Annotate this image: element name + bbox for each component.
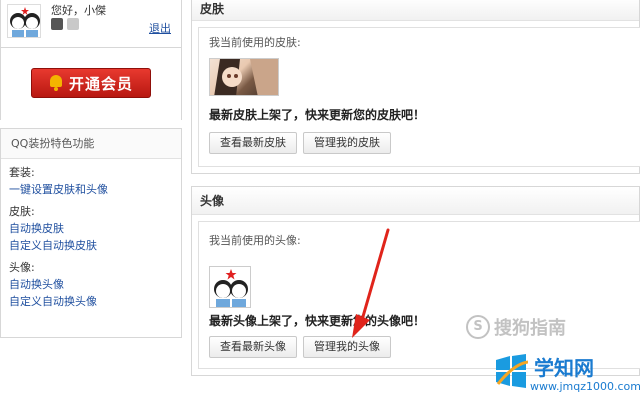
cartoon-avatar-icon — [10, 7, 40, 37]
open-vip-button[interactable]: 开通会员 — [31, 68, 151, 98]
manage-my-skins-button[interactable]: 管理我的皮肤 — [303, 132, 391, 154]
feature-group-suit: 套装: 一键设置皮肤和头像 — [1, 165, 181, 198]
level-icon[interactable] — [51, 18, 63, 30]
link-auto-avatar[interactable]: 自动换头像 — [9, 276, 181, 293]
user-card: 您好，小傑 退出 — [0, 0, 182, 48]
user-greeting: 您好，小傑 — [51, 4, 106, 17]
avatar-panel: 头像 我当前使用的头像: 最新头像上架了，快来更新您的头像吧！ 查看最新头像 管… — [191, 186, 640, 376]
feature-label-suit: 套装: — [9, 166, 35, 179]
site-watermark-url: www.jmqz1000.com — [530, 380, 640, 393]
site-watermark-title: 学知网 — [534, 356, 594, 380]
current-avatar-thumbnail[interactable] — [209, 266, 251, 308]
skin-promo-text: 最新皮肤上架了，快来更新您的皮肤吧！ — [209, 108, 426, 122]
feature-group-avatar: 头像: 自动换头像 自定义自动换头像 — [1, 260, 181, 310]
current-skin-thumbnail[interactable] — [209, 58, 279, 96]
link-custom-auto-avatar[interactable]: 自定义自动换头像 — [9, 293, 181, 310]
open-vip-label: 开通会员 — [68, 74, 133, 93]
view-latest-skins-button[interactable]: 查看最新皮肤 — [209, 132, 297, 154]
current-avatar-label: 我当前使用的头像: — [209, 234, 301, 247]
avatar-panel-title: 头像 — [192, 187, 639, 215]
avatar-promo-text: 最新头像上架了，快来更新您的头像吧！ — [209, 314, 426, 328]
avatar-panel-body: 我当前使用的头像: 最新头像上架了，快来更新您的头像吧！ 查看最新头像 管理我的… — [198, 221, 640, 369]
logout-link[interactable]: 退出 — [149, 20, 171, 36]
skin-panel-body: 我当前使用的皮肤: 最新皮肤上架了，快来更新您的皮肤吧！ 查看最新皮肤 管理我的… — [198, 27, 640, 167]
features-title: QQ装扮特色功能 — [1, 129, 181, 159]
sogou-watermark: S 搜狗指南 — [466, 314, 566, 340]
sogou-watermark-text: 搜狗指南 — [494, 318, 566, 339]
features-box: QQ装扮特色功能 套装: 一键设置皮肤和头像 皮肤: 自动换皮肤 自定义自动换皮… — [0, 128, 182, 338]
cartoon-avatar-icon — [214, 269, 248, 307]
feature-label-skin: 皮肤: — [9, 205, 35, 218]
feature-label-avatar: 头像: — [9, 261, 35, 274]
view-latest-avatars-button[interactable]: 查看最新头像 — [209, 336, 297, 358]
link-auto-skin[interactable]: 自动换皮肤 — [9, 220, 181, 237]
link-one-click-set[interactable]: 一键设置皮肤和头像 — [9, 181, 181, 198]
skin-panel: 皮肤 我当前使用的皮肤: 最新皮肤上架了，快来更新您的皮肤吧！ 查看最新皮肤 管… — [191, 0, 640, 174]
current-skin-label: 我当前使用的皮肤: — [209, 36, 301, 49]
site-watermark: 学知网 www.jmqz1000.com — [494, 350, 640, 401]
feature-group-skin: 皮肤: 自动换皮肤 自定义自动换皮肤 — [1, 204, 181, 254]
user-avatar[interactable] — [7, 4, 41, 38]
vip-section: 开通会员 — [0, 48, 182, 120]
sogou-logo-icon: S — [466, 315, 490, 339]
manage-my-avatars-button[interactable]: 管理我的头像 — [303, 336, 391, 358]
skin-panel-title: 皮肤 — [192, 0, 639, 21]
user-badges — [51, 18, 79, 30]
bell-icon — [49, 75, 63, 91]
skin-preview-icon — [214, 59, 278, 95]
link-custom-auto-skin[interactable]: 自定义自动换皮肤 — [9, 237, 181, 254]
site-logo-icon — [496, 354, 528, 388]
vip-status-icon[interactable] — [67, 18, 79, 30]
